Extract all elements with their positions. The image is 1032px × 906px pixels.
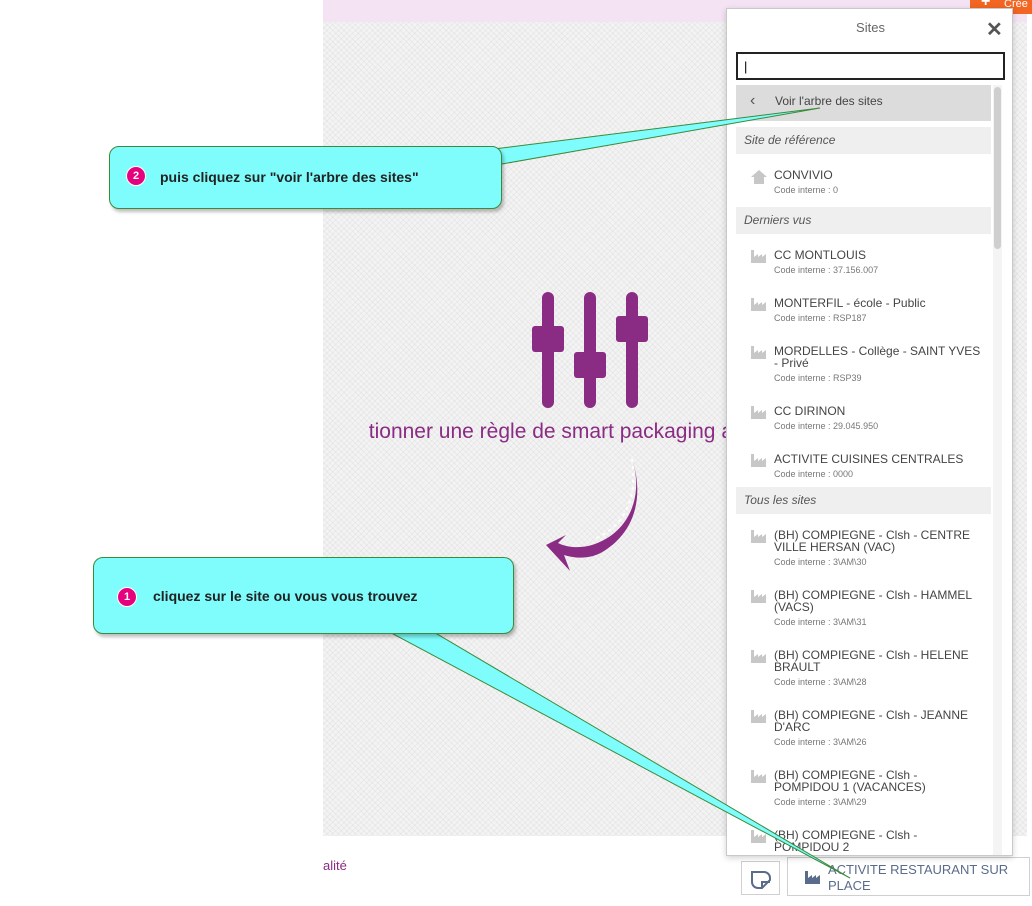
callout-step-2: 2 puis cliquez sur "voir l'arbre des sit… [109, 146, 502, 209]
callout-text: puis cliquez sur "voir l'arbre des sites… [160, 169, 419, 185]
callout-step-1: 1 cliquez sur le site ou vous vous trouv… [93, 557, 514, 634]
step-badge: 2 [126, 166, 146, 186]
step-badge: 1 [117, 587, 137, 607]
callout-pointers [381, 107, 851, 879]
callout-text: cliquez sur le site ou vous vous trouvez [153, 588, 418, 604]
